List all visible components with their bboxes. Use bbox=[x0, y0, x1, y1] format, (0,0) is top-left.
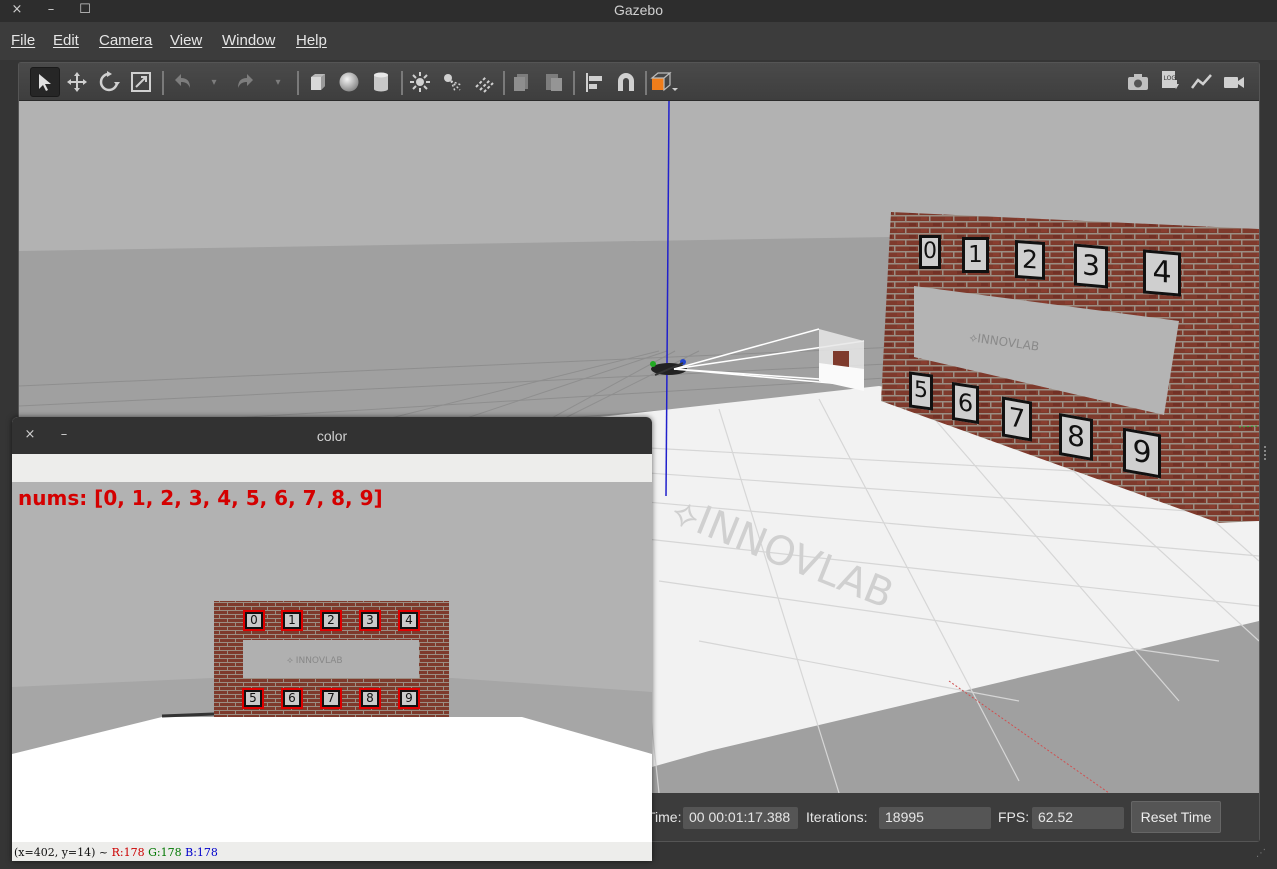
detected-number-box: 3 bbox=[359, 610, 381, 631]
svg-text:LOG: LOG bbox=[1164, 75, 1177, 82]
translate-icon[interactable] bbox=[62, 67, 92, 97]
svg-text:⟡ INNOVLAB: ⟡ INNOVLAB bbox=[287, 656, 343, 666]
menu-window[interactable]: Window bbox=[222, 32, 275, 49]
rotate-icon[interactable] bbox=[94, 67, 124, 97]
toolbar-separator bbox=[503, 71, 505, 95]
title-bar: × – ☐ Gazebo bbox=[0, 0, 1277, 22]
select-arrow-icon[interactable] bbox=[30, 67, 60, 97]
toolbar-separator bbox=[401, 71, 403, 95]
color-window-title: color bbox=[316, 428, 348, 444]
pixel-blue-value: B:178 bbox=[185, 846, 218, 859]
wall-number-tile: 6 bbox=[952, 381, 979, 425]
iterations-label: Iterations: bbox=[806, 809, 868, 825]
toolbar-separator bbox=[573, 71, 575, 95]
color-window-toolbar bbox=[12, 454, 652, 482]
wall-number-tile: 7 bbox=[1002, 396, 1032, 442]
detected-numbers-text: nums: [0, 1, 2, 3, 4, 5, 6, 7, 8, 9] bbox=[18, 486, 383, 510]
wall-number-tile: 1 bbox=[962, 237, 989, 273]
box-icon[interactable] bbox=[302, 67, 332, 97]
sun-light-icon[interactable] bbox=[405, 67, 435, 97]
detected-number-box: 5 bbox=[242, 688, 264, 709]
sphere-icon[interactable] bbox=[334, 67, 364, 97]
menu-bar: File Edit Camera View Window Help bbox=[0, 22, 1277, 60]
cylinder-icon[interactable] bbox=[366, 67, 396, 97]
paste-icon[interactable] bbox=[539, 67, 569, 97]
iterations-field: 18995 bbox=[879, 807, 991, 829]
toolbar: ▾ ▾ LOG bbox=[19, 63, 1259, 101]
pixel-coords: (x=402, y=14) ~ bbox=[14, 846, 109, 859]
log-icon[interactable]: LOG bbox=[1155, 67, 1185, 97]
wall-number-tile: 0 bbox=[919, 235, 941, 269]
redo-icon[interactable] bbox=[231, 67, 261, 97]
redo-dropdown-icon[interactable]: ▾ bbox=[263, 67, 293, 97]
detected-number-box: 1 bbox=[281, 610, 303, 631]
sim-time-field: 00 00:01:17.388 bbox=[683, 807, 798, 829]
gazebo-app: × – ☐ Gazebo File Edit Camera View Windo… bbox=[0, 0, 1277, 869]
directional-light-icon[interactable] bbox=[469, 67, 499, 97]
camera-image[interactable]: ⟡ INNOVLAB nums: [0, 1, 2, 3, 4, 5, 6, 7… bbox=[12, 482, 652, 842]
side-panel-handle[interactable] bbox=[1264, 446, 1268, 460]
menu-file[interactable]: File bbox=[11, 32, 35, 49]
undo-dropdown-icon[interactable]: ▾ bbox=[199, 67, 229, 97]
wall-number-tile: 5 bbox=[909, 371, 933, 411]
undo-icon[interactable] bbox=[167, 67, 197, 97]
toolbar-separator bbox=[162, 71, 164, 95]
toolbar-separator bbox=[645, 71, 647, 95]
resize-grip-icon[interactable]: ⋰ bbox=[1256, 848, 1268, 860]
detected-number-box: 0 bbox=[243, 610, 265, 631]
detected-number-box: 4 bbox=[398, 610, 420, 631]
detected-number-box: 6 bbox=[281, 688, 303, 709]
color-image-window: × – color ⟡ INNOVLAB nums: [0, 1, 2, 3, … bbox=[12, 417, 652, 861]
pixel-green-value: G:178 bbox=[148, 846, 182, 859]
pixel-red-value: R:178 bbox=[111, 846, 145, 859]
menu-edit[interactable]: Edit bbox=[53, 32, 79, 49]
sim-time-label: Time: bbox=[647, 809, 682, 825]
fps-label: FPS: bbox=[998, 809, 1030, 825]
detected-number-box: 9 bbox=[398, 688, 420, 709]
menu-help[interactable]: Help bbox=[296, 32, 327, 49]
align-icon[interactable] bbox=[579, 67, 609, 97]
plot-icon[interactable] bbox=[1187, 67, 1217, 97]
window-title: Gazebo bbox=[613, 2, 664, 18]
wall-number-tile: 3 bbox=[1074, 243, 1108, 289]
wall-number-tile: 4 bbox=[1143, 249, 1181, 297]
snap-magnet-icon[interactable] bbox=[611, 67, 641, 97]
menu-camera[interactable]: Camera bbox=[99, 32, 152, 49]
pixel-info-status: (x=402, y=14) ~ R:178 G:178 B:178 bbox=[12, 842, 652, 861]
reset-time-button[interactable]: Reset Time bbox=[1131, 801, 1221, 833]
spot-light-icon[interactable] bbox=[437, 67, 467, 97]
color-window-title-bar: × – color bbox=[12, 417, 652, 454]
detected-number-box: 7 bbox=[320, 688, 342, 709]
scale-icon[interactable] bbox=[126, 67, 156, 97]
wall-number-tile: 9 bbox=[1123, 427, 1161, 479]
toolbar-separator bbox=[297, 71, 299, 95]
wall-number-tile: 2 bbox=[1015, 239, 1045, 281]
view-angle-icon[interactable] bbox=[649, 67, 679, 97]
detected-number-box: 8 bbox=[359, 688, 381, 709]
fps-field: 62.52 bbox=[1032, 807, 1124, 829]
screenshot-icon[interactable] bbox=[1123, 67, 1153, 97]
detected-number-box: 2 bbox=[320, 610, 342, 631]
copy-icon[interactable] bbox=[507, 67, 537, 97]
menu-view[interactable]: View bbox=[170, 32, 202, 49]
wall-number-tile: 8 bbox=[1059, 413, 1093, 461]
record-video-icon[interactable] bbox=[1219, 67, 1249, 97]
